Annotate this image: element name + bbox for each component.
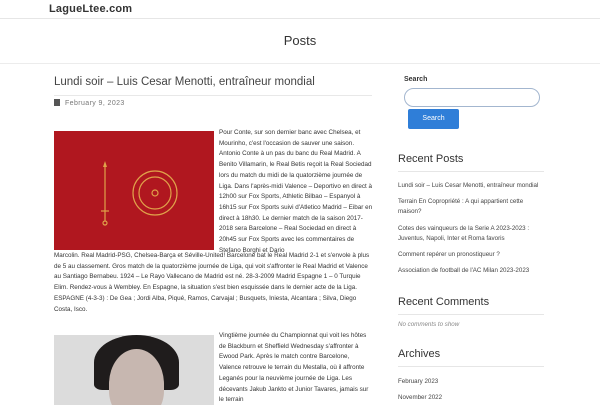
post-excerpt: Pour Conte, sur son dernier banc avec Ch…	[219, 129, 373, 254]
site-title[interactable]: LagueLtee.com	[49, 3, 132, 15]
recent-post-link[interactable]: Lundi soir – Luis Cesar Menotti, entraîn…	[398, 181, 548, 191]
divider	[398, 171, 544, 172]
top-bar: LagueLtee.com	[0, 0, 600, 19]
recent-posts-heading: Recent Posts	[398, 153, 464, 165]
post-title[interactable]: Lundi soir – Luis Cesar Menotti, entraîn…	[54, 76, 315, 88]
search-input[interactable]	[404, 88, 540, 107]
post-image	[54, 335, 214, 405]
divider	[0, 63, 600, 64]
recent-post-link[interactable]: Terrain En Copropriété : A qui appartien…	[398, 197, 548, 216]
archive-link[interactable]: February 2023	[398, 377, 548, 387]
no-comments-text: No comments to show	[398, 321, 460, 328]
post-date: February 9, 2023	[54, 99, 125, 107]
divider	[398, 366, 544, 367]
archives-heading: Archives	[398, 348, 441, 360]
post-excerpt-continued: Marcolin. Real Madrid-PSG, Chelsea-Barça…	[54, 252, 370, 313]
archive-link[interactable]: November 2022	[398, 393, 548, 403]
post-date-text: February 9, 2023	[65, 100, 125, 107]
recent-post-link[interactable]: Cotes des vainqueurs de la Serie A 2023-…	[398, 224, 548, 243]
calendar-icon	[54, 99, 60, 106]
search-label: Search	[404, 76, 428, 83]
post-excerpt: Vingtième journée du Championnat qui voi…	[219, 332, 369, 404]
divider	[54, 95, 372, 96]
page-title: Posts	[283, 33, 317, 48]
search-button[interactable]: Search	[408, 109, 459, 129]
recent-post-link[interactable]: Association de football de l'AC Milan 20…	[398, 266, 548, 276]
divider	[398, 314, 544, 315]
sword-and-shield-illustration	[54, 131, 214, 250]
recent-comments-heading: Recent Comments	[398, 296, 490, 308]
recent-post-link[interactable]: Comment repérer un pronostiqueur ?	[398, 250, 548, 260]
post-image	[54, 131, 214, 250]
